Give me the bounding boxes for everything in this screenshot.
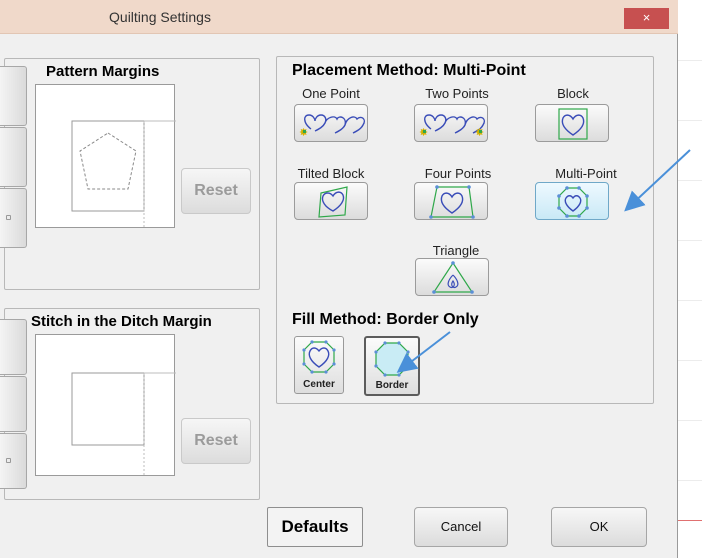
- center-fill-button[interactable]: Center: [294, 336, 344, 394]
- margin-glyph-icon: [6, 215, 11, 220]
- ditch-bottom-button[interactable]: [0, 433, 27, 489]
- close-button[interactable]: ×: [624, 8, 669, 29]
- two-points-hearts-icon: ✸ ✸: [419, 114, 486, 139]
- placement-method-title: Placement Method: Multi-Point: [292, 62, 526, 79]
- title-bar[interactable]: Quilting Settings ×: [0, 0, 678, 34]
- tilted-block-heart-icon: [318, 186, 348, 218]
- block-button[interactable]: [535, 104, 609, 142]
- margin-middle-button[interactable]: [0, 127, 27, 187]
- window-title: Quilting Settings: [109, 9, 211, 25]
- background-red-line: [678, 520, 702, 521]
- tilted-block-label: Tilted Block: [297, 166, 365, 181]
- two-points-label: Two Points: [425, 86, 489, 101]
- multi-point-heart-icon: [557, 186, 589, 218]
- stitch-ditch-reset-button[interactable]: Reset: [181, 418, 251, 464]
- margin-bottom-button[interactable]: [0, 188, 27, 248]
- quilting-settings-dialog: Quilting Settings × Pattern Margins Rese…: [0, 0, 678, 558]
- border-fill-label: Border: [375, 380, 409, 391]
- pattern-margins-reset-button[interactable]: Reset: [181, 168, 251, 214]
- stitch-ditch-title: Stitch in the Ditch Margin: [31, 313, 212, 330]
- four-points-label: Four Points: [424, 166, 492, 181]
- defaults-button[interactable]: Defaults: [267, 507, 363, 547]
- multi-point-label: Multi-Point: [555, 166, 617, 181]
- border-fill-icon: [374, 341, 410, 377]
- screen: Quilting Settings × Pattern Margins Rese…: [0, 0, 702, 558]
- ditch-middle-button[interactable]: [0, 376, 27, 432]
- triangle-button[interactable]: [415, 258, 489, 296]
- fill-method-title: Fill Method: Border Only: [292, 311, 479, 328]
- block-heart-icon: [558, 108, 588, 140]
- pattern-margins-preview: [35, 84, 176, 229]
- triangle-icon: [432, 261, 474, 294]
- two-points-button[interactable]: ✸ ✸: [414, 104, 488, 142]
- border-fill-button[interactable]: Border: [364, 336, 420, 396]
- stitch-ditch-preview: [35, 334, 176, 477]
- four-points-button[interactable]: [414, 182, 488, 220]
- block-label: Block: [557, 86, 589, 101]
- one-point-label: One Point: [302, 86, 360, 101]
- margin-top-button[interactable]: [0, 66, 27, 126]
- center-fill-label: Center: [303, 379, 335, 390]
- ditch-glyph-icon: [6, 458, 11, 463]
- one-point-hearts-icon: ✸: [299, 114, 366, 139]
- background-app-grid: [678, 0, 702, 558]
- triangle-label: Triangle: [432, 243, 480, 258]
- ditch-top-button[interactable]: [0, 319, 27, 375]
- cancel-button[interactable]: Cancel: [414, 507, 508, 547]
- center-fill-icon: [302, 340, 336, 374]
- ok-button[interactable]: OK: [551, 507, 647, 547]
- one-point-button[interactable]: ✸: [294, 104, 368, 142]
- pattern-margins-title: Pattern Margins: [46, 63, 160, 80]
- tilted-block-button[interactable]: [294, 182, 368, 220]
- multi-point-button[interactable]: [535, 182, 609, 220]
- four-points-heart-icon: [429, 185, 475, 219]
